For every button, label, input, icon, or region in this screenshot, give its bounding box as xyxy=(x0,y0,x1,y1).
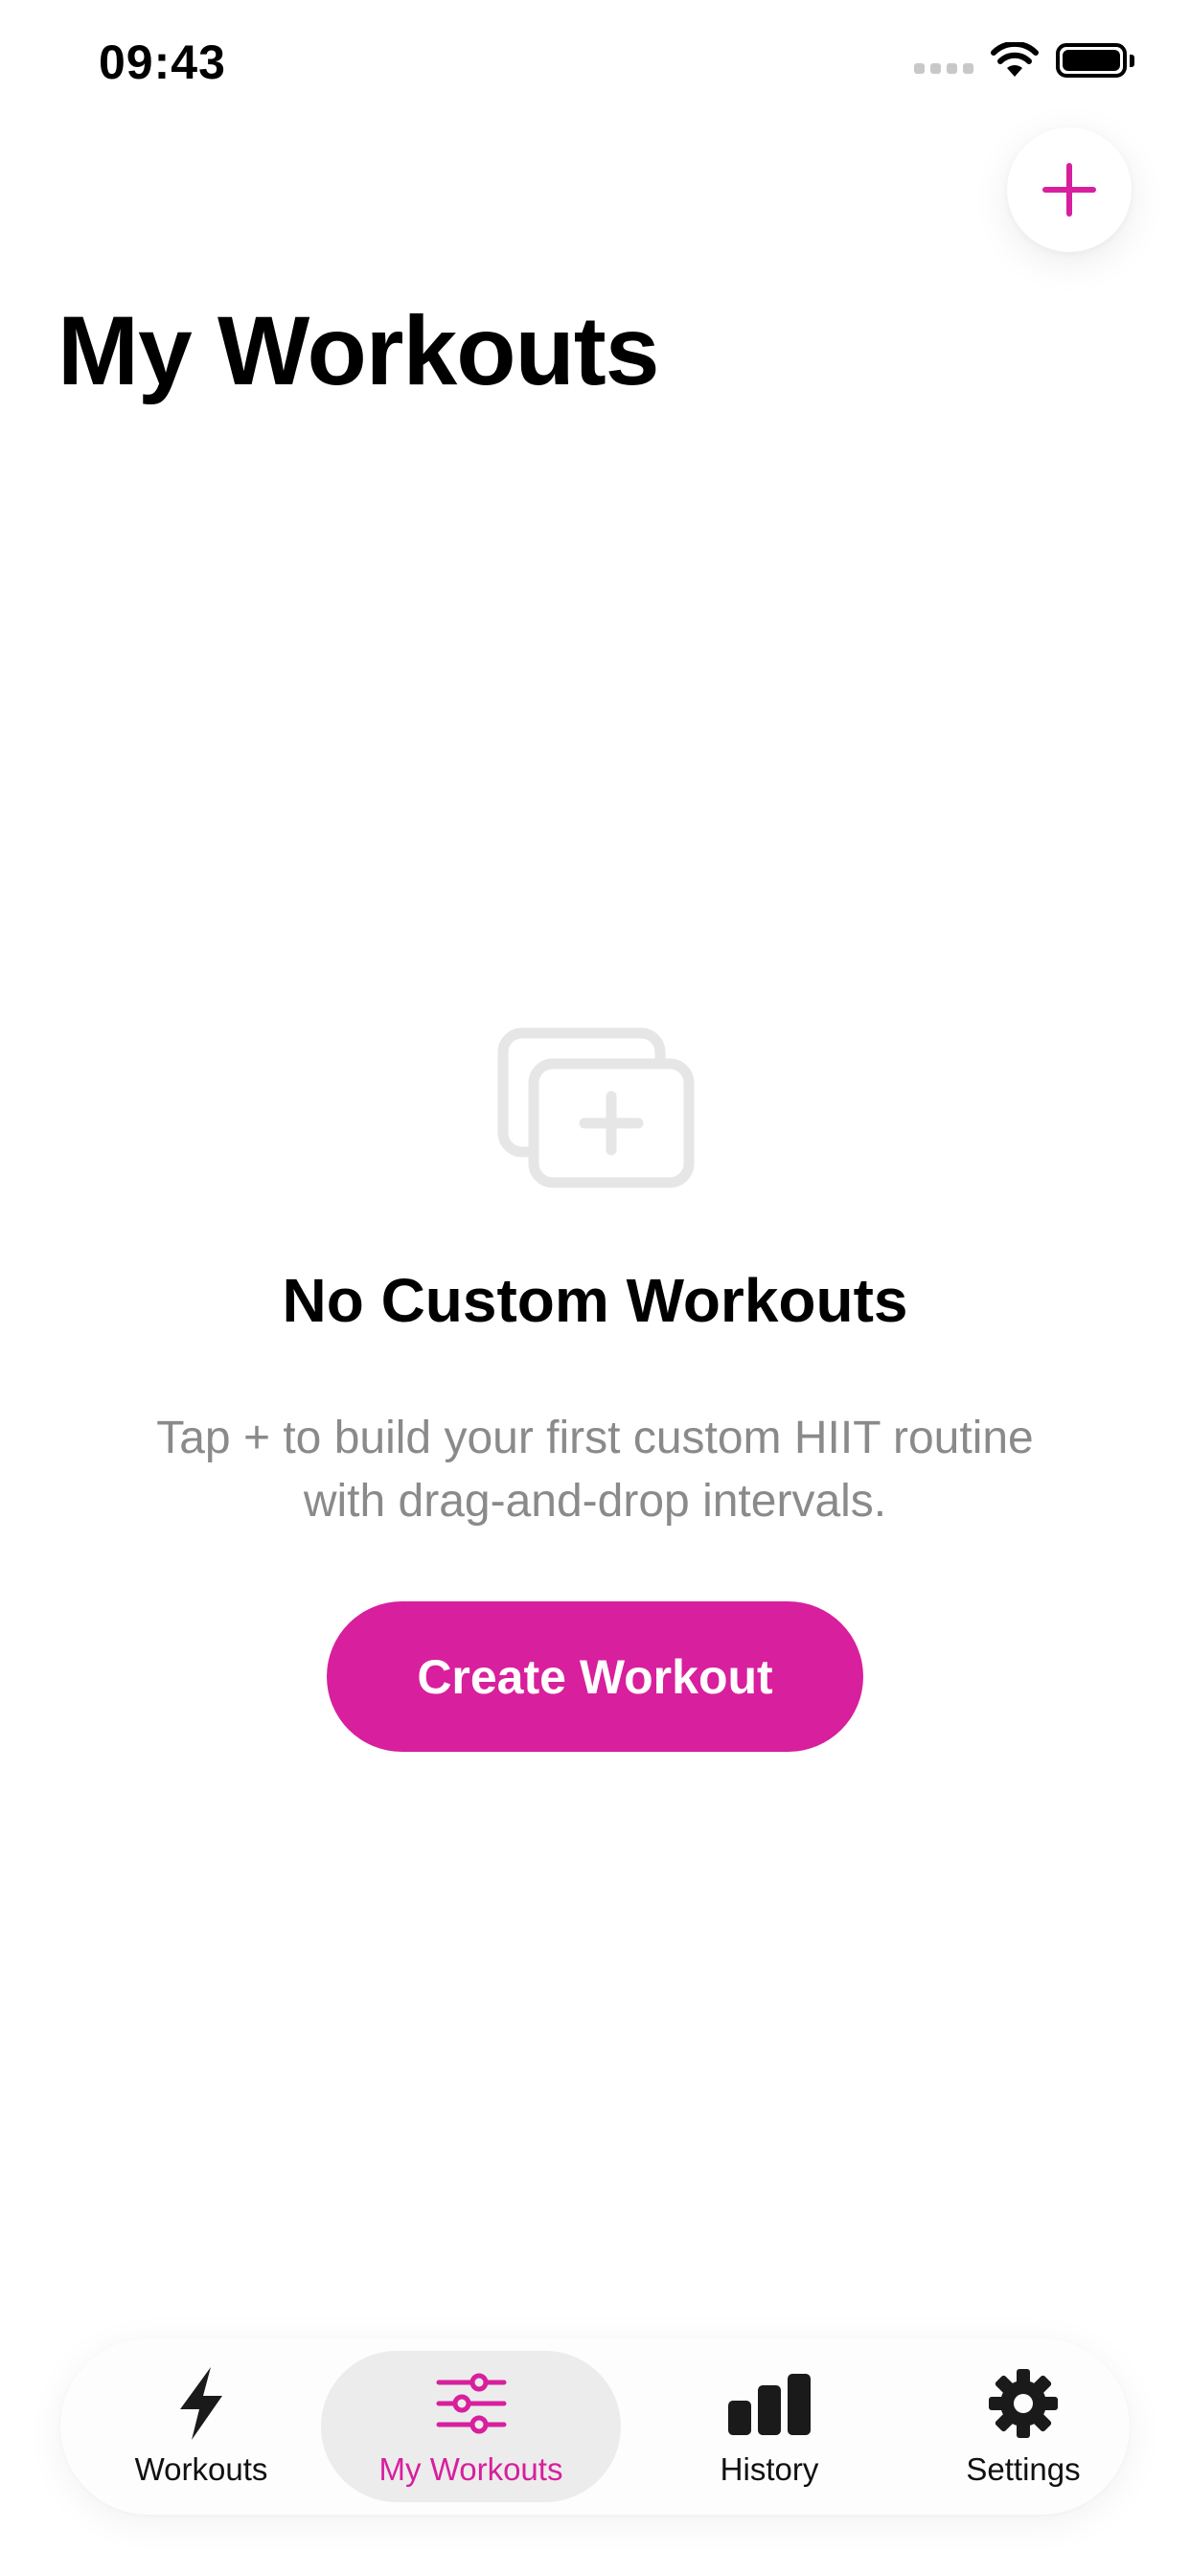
wifi-icon xyxy=(991,42,1039,79)
tab-history[interactable]: History xyxy=(650,2351,889,2502)
tab-my-workouts[interactable]: My Workouts xyxy=(321,2351,621,2502)
plus-icon xyxy=(1042,163,1096,217)
add-workout-button[interactable] xyxy=(1007,127,1132,252)
empty-state-description: Tap + to build your first custom HIIT ro… xyxy=(156,1413,1034,1527)
tab-bar: Workouts My Workouts History Settings xyxy=(60,2338,1130,2515)
tab-label: Settings xyxy=(966,2451,1081,2487)
screen: 09:43 My Workouts No Custom Workouts Tap… xyxy=(0,0,1190,2576)
gear-icon xyxy=(987,2365,1060,2442)
empty-state-title: No Custom Workouts xyxy=(282,1266,908,1335)
signal-icon xyxy=(914,47,973,74)
bolt-icon xyxy=(174,2365,228,2442)
tab-workouts[interactable]: Workouts xyxy=(81,2351,321,2502)
status-indicators xyxy=(914,42,1134,79)
tab-settings[interactable]: Settings xyxy=(904,2351,1143,2502)
stack-plus-icon xyxy=(497,1027,695,1193)
battery-icon xyxy=(1056,43,1134,78)
tab-label: History xyxy=(720,2451,819,2487)
create-workout-button[interactable]: Create Workout xyxy=(327,1601,863,1752)
page-title: My Workouts xyxy=(57,296,659,405)
tab-label: Workouts xyxy=(134,2451,268,2487)
bar-chart-icon xyxy=(726,2365,812,2442)
tab-label: My Workouts xyxy=(378,2451,563,2487)
status-time: 09:43 xyxy=(99,35,226,89)
sliders-icon xyxy=(435,2365,508,2442)
